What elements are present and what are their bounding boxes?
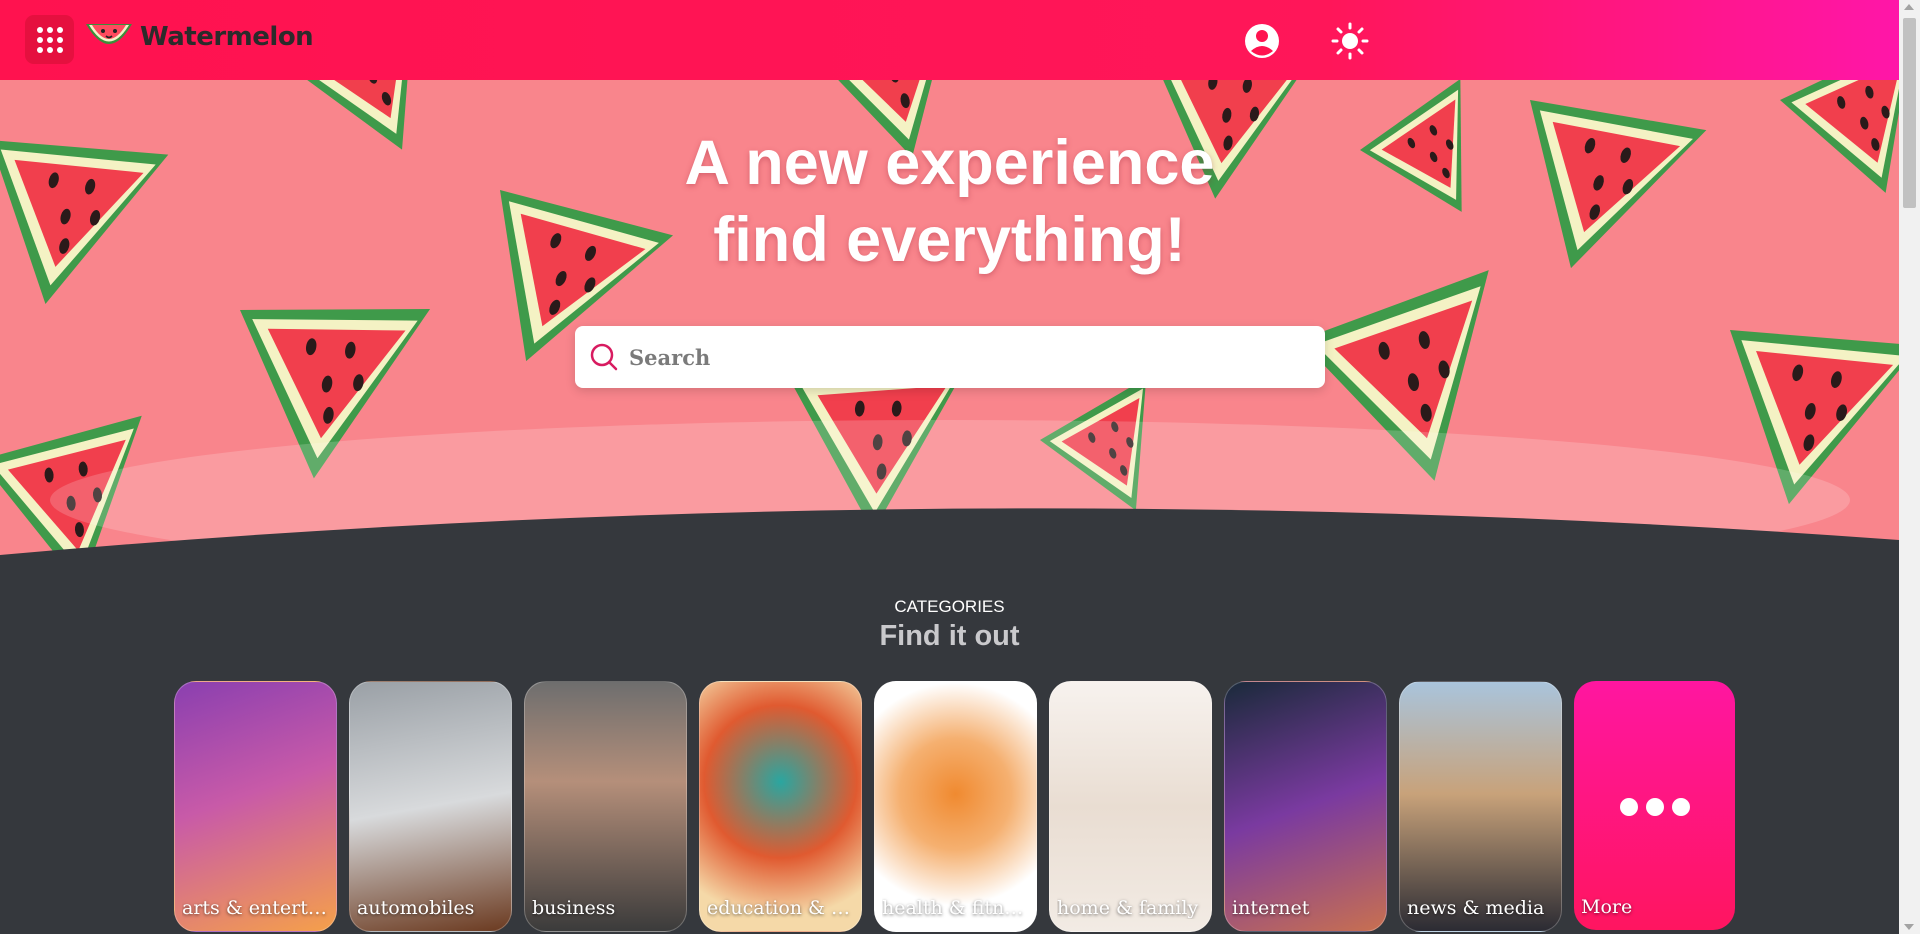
page-scrollbar[interactable] xyxy=(1899,0,1920,934)
category-label: More xyxy=(1581,896,1633,918)
category-card-business[interactable]: business xyxy=(524,681,687,932)
search-bar[interactable] xyxy=(575,326,1325,388)
category-card-automobiles[interactable]: automobiles xyxy=(349,681,512,932)
category-card-education[interactable]: education & sci... xyxy=(699,681,862,932)
category-label: health & fitnes... xyxy=(882,897,1030,919)
scroll-up-icon[interactable] xyxy=(1904,4,1914,10)
category-card-internet[interactable]: internet xyxy=(1224,681,1387,932)
hero-banner: A new experience find everything! xyxy=(0,80,1899,560)
scroll-down-icon[interactable] xyxy=(1904,924,1914,930)
category-card-home-family[interactable]: home & family xyxy=(1049,681,1212,932)
category-label: internet xyxy=(1232,897,1310,919)
top-header: Watermelon xyxy=(0,0,1899,80)
search-input[interactable] xyxy=(627,336,1281,378)
brand-logo[interactable]: Watermelon xyxy=(84,20,314,54)
search-icon xyxy=(590,343,618,371)
account-circle-icon[interactable] xyxy=(1243,22,1281,60)
scrollbar-thumb[interactable] xyxy=(1903,18,1916,208)
category-card-more[interactable]: More xyxy=(1574,681,1735,930)
sun-icon[interactable] xyxy=(1331,22,1369,60)
category-label: news & media xyxy=(1407,897,1545,919)
category-label: education & sci... xyxy=(707,897,855,919)
category-label: automobiles xyxy=(357,897,475,919)
categories-title: Find it out xyxy=(879,620,1020,652)
hero-title-line-1: A new experience xyxy=(684,128,1215,198)
categories-eyebrow: CATEGORIES xyxy=(894,597,1005,616)
category-label: arts & entertai... xyxy=(182,897,330,919)
more-dots-icon xyxy=(1574,798,1735,821)
brand-name: Watermelon xyxy=(140,22,314,52)
watermelon-logo-icon xyxy=(86,24,132,44)
category-label: business xyxy=(532,897,616,919)
category-label: home & family xyxy=(1057,897,1199,919)
category-card-arts[interactable]: arts & entertai... xyxy=(174,681,337,932)
hero-title: A new experience find everything! xyxy=(0,125,1899,279)
hero-title-line-2: find everything! xyxy=(713,205,1186,275)
apps-grid-icon[interactable] xyxy=(25,15,74,64)
category-card-news-media[interactable]: news & media xyxy=(1399,681,1562,932)
category-card-health[interactable]: health & fitnes... xyxy=(874,681,1037,932)
